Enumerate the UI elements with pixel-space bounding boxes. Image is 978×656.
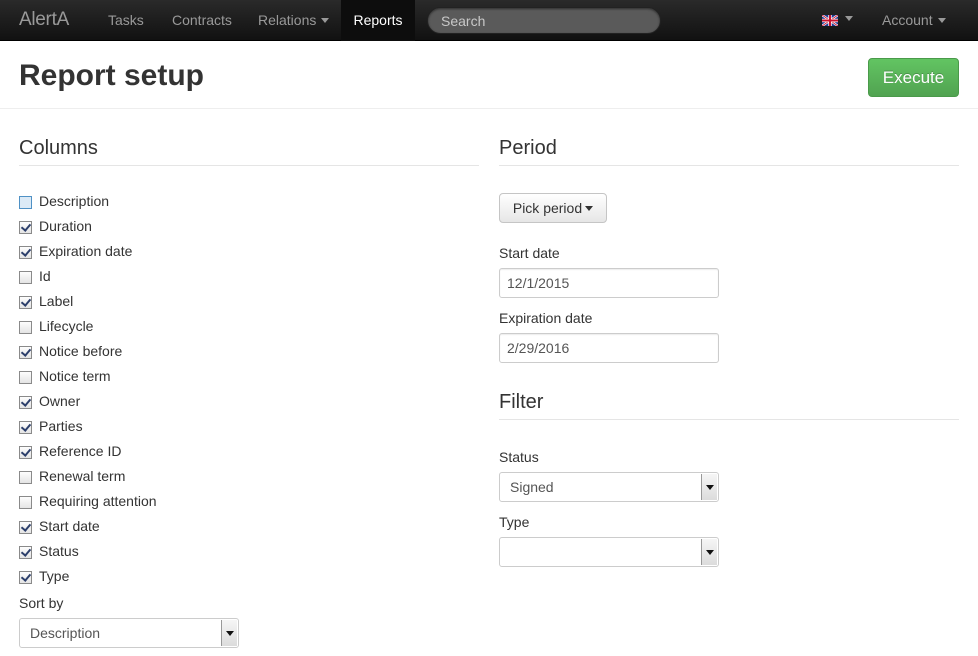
checkbox[interactable] — [19, 446, 32, 459]
start-date-input[interactable] — [499, 268, 719, 298]
type-select[interactable] — [499, 537, 719, 567]
filter-title: Filter — [499, 391, 544, 413]
nav-reports[interactable]: Reports — [341, 0, 415, 41]
column-option-label: Requiring attention — [39, 493, 157, 509]
filter-divider — [499, 419, 959, 420]
nav-contracts[interactable]: Contracts — [172, 0, 232, 41]
expiration-date-label: Expiration date — [499, 310, 593, 326]
uk-flag-icon[interactable] — [822, 15, 838, 26]
checkbox[interactable] — [19, 196, 32, 209]
column-option-label: Label — [39, 293, 74, 309]
column-option-label: Description — [39, 193, 110, 209]
chevron-down-icon[interactable] — [701, 539, 717, 565]
column-option-label: Duration — [39, 218, 92, 234]
pick-period-label: Pick period — [512, 200, 583, 216]
checkbox[interactable] — [19, 496, 32, 509]
chevron-down-icon[interactable] — [221, 620, 237, 646]
execute-button[interactable]: Execute — [868, 58, 959, 97]
top-navbar: AlertA Tasks Contracts Relations Reports… — [0, 0, 978, 41]
start-date-label: Start date — [499, 245, 560, 261]
column-option-label: Notice before — [39, 343, 123, 359]
nav-account[interactable]: Account — [882, 0, 946, 41]
checkbox[interactable] — [19, 321, 32, 334]
period-divider — [499, 165, 959, 166]
column-option-label: Reference ID — [39, 443, 122, 459]
column-option-label: Type — [39, 568, 70, 584]
checkbox[interactable] — [19, 346, 32, 359]
nav-relations[interactable]: Relations — [258, 0, 330, 41]
checkbox[interactable] — [19, 471, 32, 484]
account-chevron-down-icon — [937, 17, 946, 23]
sort-by-label: Sort by — [19, 595, 64, 611]
type-label: Type — [499, 514, 530, 530]
column-option-label: Notice term — [39, 368, 111, 384]
column-option-label: Owner — [39, 393, 81, 409]
period-title: Period — [499, 137, 557, 159]
status-label: Status — [499, 449, 539, 465]
columns-title: Columns — [19, 137, 98, 159]
checkbox[interactable] — [19, 396, 32, 409]
nav-account-label: Account — [882, 12, 933, 28]
brand-logo[interactable]: AlertA — [19, 9, 69, 31]
column-option-label: Id — [39, 268, 51, 284]
status-value: Signed — [510, 479, 554, 495]
checkbox[interactable] — [19, 246, 32, 259]
sort-by-select[interactable]: Description — [19, 618, 239, 648]
checkbox[interactable] — [19, 521, 32, 534]
column-option-label: Status — [39, 543, 79, 559]
status-select[interactable]: Signed — [499, 472, 719, 502]
nav-tasks[interactable]: Tasks — [108, 0, 144, 41]
checkbox[interactable] — [19, 571, 32, 584]
pick-period-button[interactable]: Pick period — [499, 193, 607, 223]
search-input[interactable] — [427, 7, 661, 34]
column-option-label: Start date — [39, 518, 100, 534]
checkbox[interactable] — [19, 546, 32, 559]
column-option-label: Renewal term — [39, 468, 126, 484]
checkbox[interactable] — [19, 421, 32, 434]
expiration-date-input[interactable] — [499, 333, 719, 363]
checkbox[interactable] — [19, 296, 32, 309]
header-divider — [0, 108, 978, 109]
chevron-down-icon — [321, 17, 330, 23]
checkbox[interactable] — [19, 271, 32, 284]
page-title: Report setup — [19, 59, 205, 92]
column-option-label: Lifecycle — [39, 318, 94, 334]
checkbox[interactable] — [19, 221, 32, 234]
language-chevron-down-icon[interactable] — [845, 16, 853, 21]
column-option-label: Expiration date — [39, 243, 133, 259]
column-option-label: Parties — [39, 418, 83, 434]
checkbox[interactable] — [19, 371, 32, 384]
nav-relations-label: Relations — [258, 12, 317, 28]
chevron-down-icon — [585, 205, 594, 211]
chevron-down-icon[interactable] — [701, 474, 717, 500]
sort-by-value: Description — [30, 625, 101, 641]
columns-divider — [19, 165, 479, 166]
